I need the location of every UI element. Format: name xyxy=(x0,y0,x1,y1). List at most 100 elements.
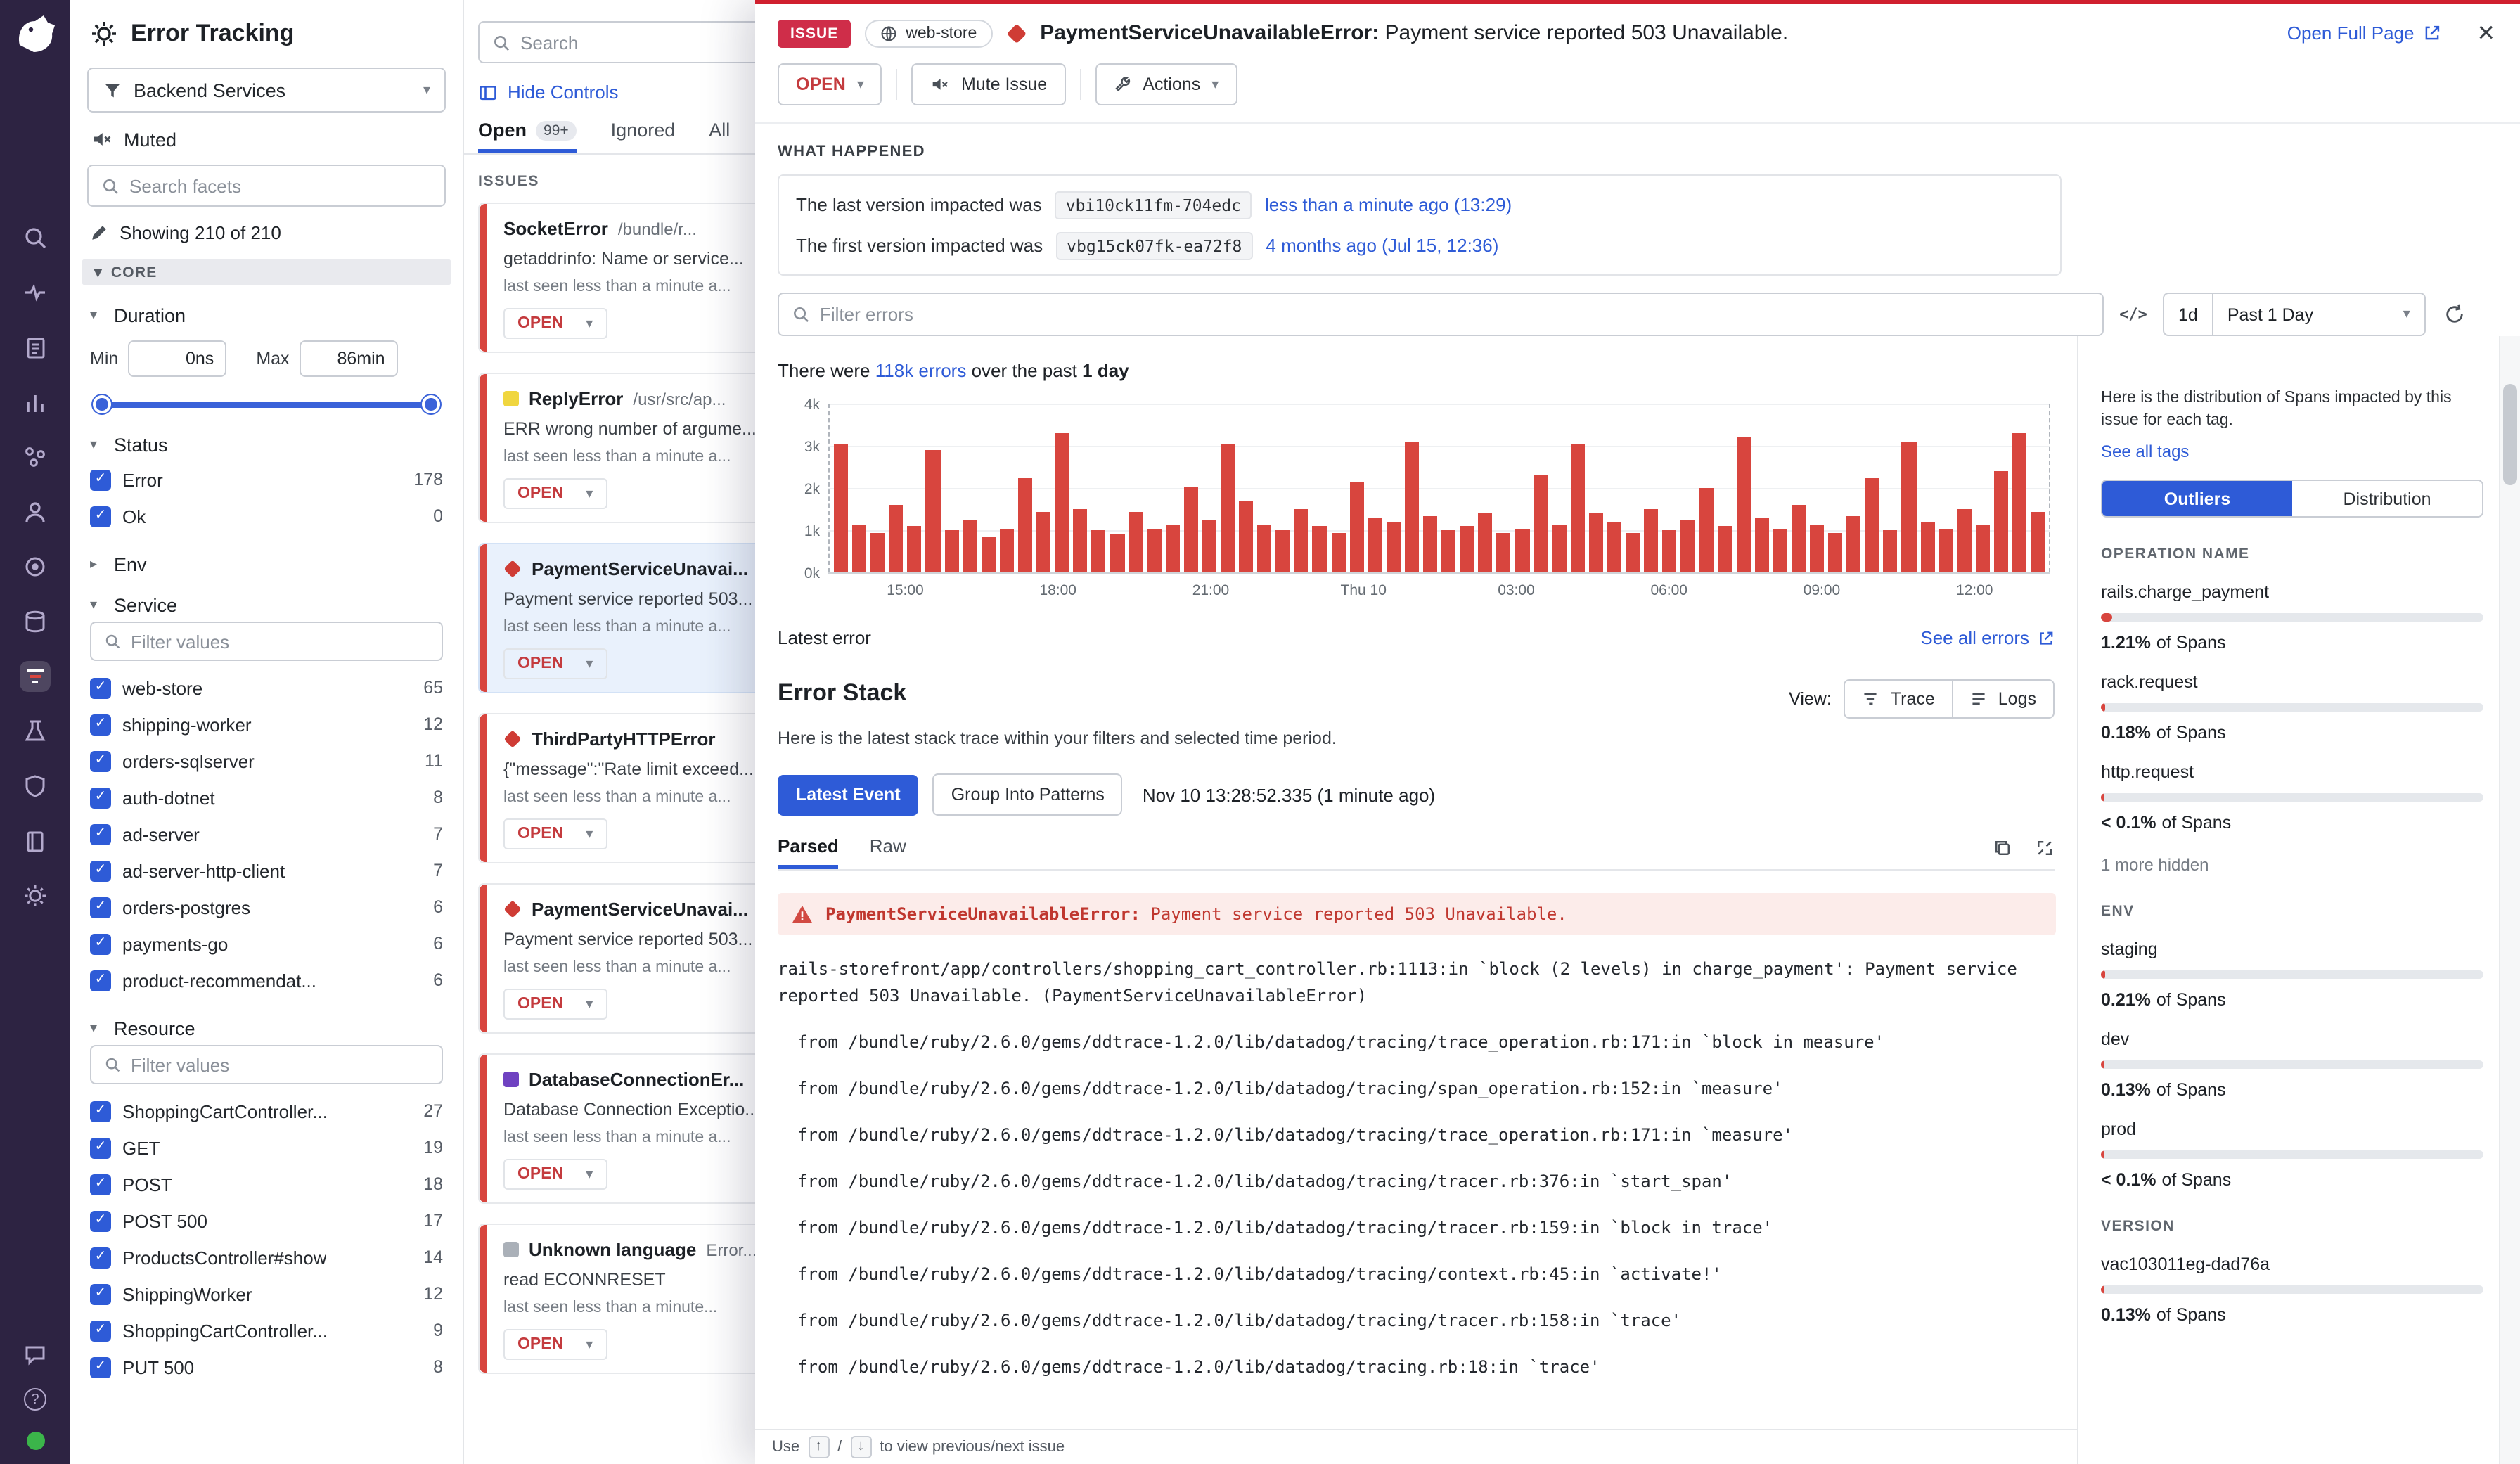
facet-checkbox-row[interactable]: ✓ ShippingWorker 12 xyxy=(70,1276,463,1312)
close-icon[interactable]: × xyxy=(2477,18,2495,48)
issue-status-dropdown[interactable]: OPEN ▾ xyxy=(503,1329,607,1360)
checkbox-checked-icon[interactable]: ✓ xyxy=(90,750,111,771)
chart-bar[interactable] xyxy=(1607,522,1621,572)
chart-bar[interactable] xyxy=(1792,505,1806,572)
tab-distribution[interactable]: Distribution xyxy=(2292,481,2482,516)
checkbox-checked-icon[interactable]: ✓ xyxy=(90,677,111,698)
facet-checkbox-row[interactable]: ✓ POST 500 17 xyxy=(70,1202,463,1239)
resource-facet-header[interactable]: ▾ Resource xyxy=(70,1018,463,1039)
chart-bar[interactable] xyxy=(1184,486,1198,572)
checkbox-checked-icon[interactable]: ✓ xyxy=(90,823,111,845)
settings-gear-icon[interactable] xyxy=(20,880,51,911)
chart-bar[interactable] xyxy=(1736,437,1750,572)
search-icon[interactable] xyxy=(20,222,51,253)
checkbox-checked-icon[interactable]: ✓ xyxy=(90,1320,111,1341)
chart-bar[interactable] xyxy=(1331,532,1345,572)
facet-checkbox-row[interactable]: ✓ orders-sqlserver 11 xyxy=(70,743,463,779)
chart-bar[interactable] xyxy=(1497,532,1511,572)
open-full-page-link[interactable]: Open Full Page xyxy=(2287,23,2441,44)
see-all-tags-link[interactable]: See all tags xyxy=(2101,442,2483,461)
chart-bar[interactable] xyxy=(1957,509,1971,572)
chart-bar[interactable] xyxy=(908,526,922,572)
status-indicator-icon[interactable] xyxy=(26,1432,44,1450)
facet-checkbox-row[interactable]: ✓ ShoppingCartController... 9 xyxy=(70,1312,463,1349)
checkbox-checked-icon[interactable]: ✓ xyxy=(90,1137,111,1158)
chart-bar[interactable] xyxy=(1221,444,1235,572)
checkbox-checked-icon[interactable]: ✓ xyxy=(90,1100,111,1122)
checkbox-checked-icon[interactable]: ✓ xyxy=(90,1174,111,1195)
group-into-patterns-button[interactable]: Group Into Patterns xyxy=(933,773,1123,816)
checkbox-checked-icon[interactable]: ✓ xyxy=(90,897,111,918)
metrics-icon[interactable] xyxy=(20,387,51,418)
view-logs-button[interactable]: Logs xyxy=(1952,679,2055,719)
checkbox-checked-icon[interactable]: ✓ xyxy=(90,860,111,881)
facet-checkbox-row[interactable]: ✓ payments-go 6 xyxy=(70,925,463,962)
chart-bar[interactable] xyxy=(1681,520,1695,572)
more-hidden-label[interactable]: 1 more hidden xyxy=(2101,855,2483,875)
chat-icon[interactable] xyxy=(22,1342,48,1367)
chart-bar[interactable] xyxy=(1055,433,1069,572)
facet-checkbox-row[interactable]: ✓ ProductsController#show 14 xyxy=(70,1239,463,1276)
code-view-icon[interactable]: </> xyxy=(2116,297,2150,331)
scope-selector[interactable]: Backend Services ▾ xyxy=(87,68,446,113)
chart-bar[interactable] xyxy=(889,505,904,572)
slider-track[interactable] xyxy=(98,402,435,408)
chart-bar[interactable] xyxy=(834,444,848,572)
chart-bar[interactable] xyxy=(1129,511,1143,572)
issue-status-dropdown[interactable]: OPEN ▾ xyxy=(503,308,607,339)
tab-open[interactable]: Open 99+ xyxy=(478,120,577,153)
error-count-link[interactable]: 118k errors xyxy=(875,360,967,381)
version-chip[interactable]: vbg15ck07fk-ea72f8 xyxy=(1055,231,1253,259)
chart-bar[interactable] xyxy=(1073,509,1087,572)
showing-count-row[interactable]: Showing 210 of 210 xyxy=(70,207,463,256)
checkbox-checked-icon[interactable]: ✓ xyxy=(90,1283,111,1304)
service-facet-header[interactable]: ▾ Service xyxy=(70,595,463,616)
security-icon[interactable] xyxy=(20,771,51,802)
facet-checkbox-row[interactable]: ✓ POST 18 xyxy=(70,1166,463,1202)
chart-bar[interactable] xyxy=(1773,528,1787,572)
checkbox-checked-icon[interactable]: ✓ xyxy=(90,1247,111,1268)
chart-bar[interactable] xyxy=(1644,509,1658,572)
help-icon[interactable]: ? xyxy=(24,1388,46,1411)
search-facets-field[interactable] xyxy=(87,165,446,207)
chart-bar[interactable] xyxy=(1018,477,1032,572)
duration-facet-header[interactable]: ▾ Duration xyxy=(70,305,463,326)
facet-checkbox-row[interactable]: ✓ PUT 500 8 xyxy=(70,1349,463,1385)
facet-checkbox-row[interactable]: ✓ ad-server 7 xyxy=(70,816,463,852)
chart-bar[interactable] xyxy=(1994,471,2008,572)
latest-event-button[interactable]: Latest Event xyxy=(778,774,919,815)
issue-status-dropdown[interactable]: OPEN ▾ xyxy=(503,1159,607,1190)
apm-icon[interactable] xyxy=(20,442,51,473)
chart-bar[interactable] xyxy=(1092,530,1106,572)
window-scrollbar[interactable] xyxy=(2499,336,2520,1464)
chart-bar[interactable] xyxy=(963,520,977,572)
slider-handle-max[interactable] xyxy=(422,395,440,413)
error-tracking-icon[interactable] xyxy=(20,661,51,692)
chart-bar[interactable] xyxy=(1405,442,1419,572)
watchdog-icon[interactable] xyxy=(20,277,51,308)
chart-bar[interactable] xyxy=(1460,526,1474,572)
time-range-dropdown[interactable]: Past 1 Day ▾ xyxy=(2213,294,2424,335)
chart-bar[interactable] xyxy=(1387,522,1401,572)
chart-bar[interactable] xyxy=(1000,528,1014,572)
facet-checkbox-row[interactable]: ✓ GET 19 xyxy=(70,1129,463,1166)
tab-ignored[interactable]: Ignored xyxy=(611,120,676,153)
chart-bar[interactable] xyxy=(1754,518,1768,572)
scrollbar-thumb[interactable] xyxy=(2503,384,2517,485)
issue-status-dropdown[interactable]: OPEN ▾ xyxy=(503,648,607,679)
version-chip[interactable]: vbi10ck11fm-704edc xyxy=(1055,191,1252,219)
facet-checkbox-row[interactable]: ✓ product-recommendat... 6 xyxy=(70,962,463,999)
chart-bar[interactable] xyxy=(1036,511,1050,572)
chart-bar[interactable] xyxy=(1294,509,1309,572)
chart-bar[interactable] xyxy=(1147,528,1161,572)
facet-checkbox-row[interactable]: ✓ auth-dotnet 8 xyxy=(70,779,463,816)
chart-bar[interactable] xyxy=(1846,515,1860,572)
mute-issue-button[interactable]: Mute Issue xyxy=(912,63,1065,105)
checkbox-checked-icon[interactable]: ✓ xyxy=(90,714,111,735)
muted-toggle[interactable]: Muted xyxy=(70,113,463,162)
impact-time-link[interactable]: 4 months ago (Jul 15, 12:36) xyxy=(1266,235,1498,256)
chart-bar[interactable] xyxy=(1571,444,1585,572)
chart-bar[interactable] xyxy=(1920,522,1934,572)
expand-icon[interactable] xyxy=(2035,838,2055,858)
filter-errors-field[interactable] xyxy=(778,293,2104,336)
